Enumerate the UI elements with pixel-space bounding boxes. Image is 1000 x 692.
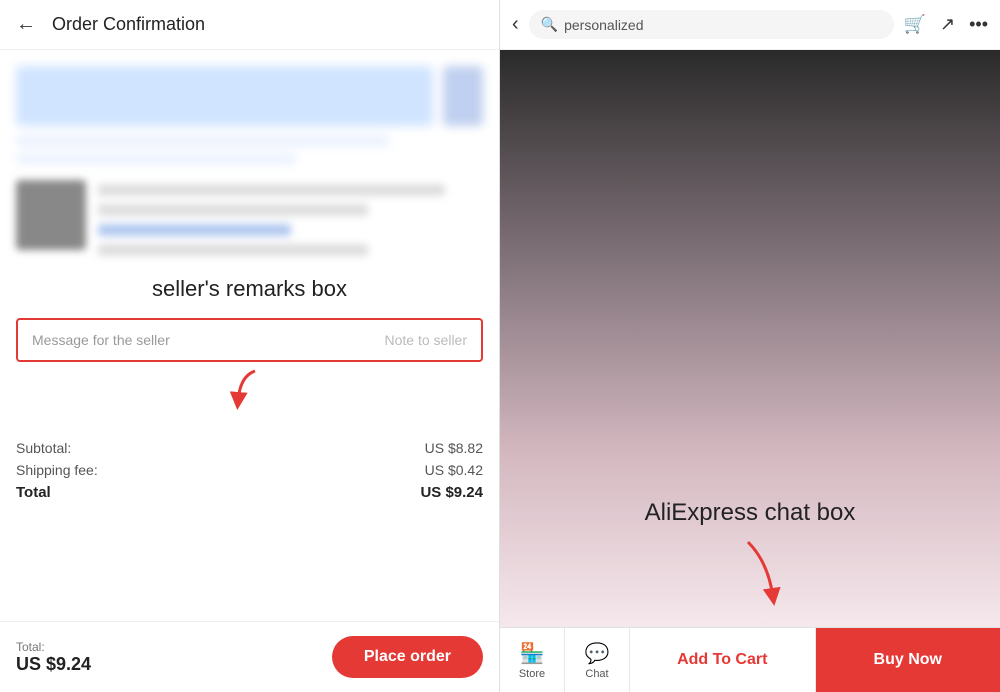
message-placeholder-right: Note to seller <box>385 332 467 348</box>
total-small-label: Total: <box>16 640 91 654</box>
product-image-area: AliExpress chat box <box>500 50 1000 627</box>
shipping-value: US $0.42 <box>425 462 483 478</box>
buy-now-button[interactable]: Buy Now <box>816 628 1000 692</box>
header-icons: 🛒 ↗ ••• <box>904 14 988 35</box>
arrow-annotation-left <box>16 366 483 416</box>
remarks-annotation: seller's remarks box <box>0 264 499 306</box>
store-icon: 🏪 <box>520 641 545 666</box>
add-to-cart-button[interactable]: Add To Cart <box>630 628 816 692</box>
store-tab[interactable]: 🏪 Store <box>500 628 565 692</box>
seller-message-input[interactable]: Message for the seller Note to seller <box>16 318 483 362</box>
left-panel: ← Order Confirmation seller's remarks bo… <box>0 0 500 692</box>
subtotal-value: US $8.82 <box>425 440 483 456</box>
share-icon[interactable]: ↗ <box>940 14 955 35</box>
right-panel: ‹ 🔍 personalized 🛒 ↗ ••• AliExpress chat… <box>500 0 1000 692</box>
shipping-row: Shipping fee: US $0.42 <box>16 462 483 478</box>
chat-annotation: AliExpress chat box <box>645 499 856 527</box>
product-section-blurred <box>0 180 499 264</box>
arrow-annotation-right <box>718 532 798 617</box>
chat-label: Chat <box>585 668 608 680</box>
store-label: Store <box>519 668 545 680</box>
search-icon: 🔍 <box>541 16 558 33</box>
left-content: seller's remarks box Message for the sel… <box>0 50 499 621</box>
search-text: personalized <box>564 17 643 33</box>
right-header: ‹ 🔍 personalized 🛒 ↗ ••• <box>500 0 1000 50</box>
chat-annotation-text: AliExpress chat box <box>645 499 856 526</box>
total-display: Total: US $9.24 <box>16 640 91 675</box>
page-title: Order Confirmation <box>52 14 205 35</box>
right-back-button[interactable]: ‹ <box>512 13 519 36</box>
search-bar[interactable]: 🔍 personalized <box>529 10 894 39</box>
address-section-blurred <box>0 50 499 180</box>
total-label: Total <box>16 484 51 501</box>
left-header: ← Order Confirmation <box>0 0 499 50</box>
more-icon[interactable]: ••• <box>969 14 988 35</box>
message-box-section: Message for the seller Note to seller <box>0 306 499 428</box>
red-arrow-right-icon <box>718 532 798 612</box>
shipping-label: Shipping fee: <box>16 462 98 478</box>
order-totals: Subtotal: US $8.82 Shipping fee: US $0.4… <box>0 428 499 513</box>
place-order-button[interactable]: Place order <box>332 636 483 678</box>
message-placeholder-left: Message for the seller <box>32 332 377 348</box>
total-big-value: US $9.24 <box>16 654 91 675</box>
cart-icon[interactable]: 🛒 <box>904 14 926 35</box>
total-value: US $9.24 <box>420 484 483 501</box>
chat-tab[interactable]: 💬 Chat <box>565 628 630 692</box>
red-arrow-left-icon <box>220 366 280 416</box>
total-row: Total US $9.24 <box>16 484 483 501</box>
chat-icon: 💬 <box>585 641 610 666</box>
subtotal-label: Subtotal: <box>16 440 71 456</box>
back-button[interactable]: ← <box>16 13 36 36</box>
subtotal-row: Subtotal: US $8.82 <box>16 440 483 456</box>
left-bottom-bar: Total: US $9.24 Place order <box>0 621 499 692</box>
right-bottom-bar: 🏪 Store 💬 Chat Add To Cart Buy Now <box>500 627 1000 692</box>
